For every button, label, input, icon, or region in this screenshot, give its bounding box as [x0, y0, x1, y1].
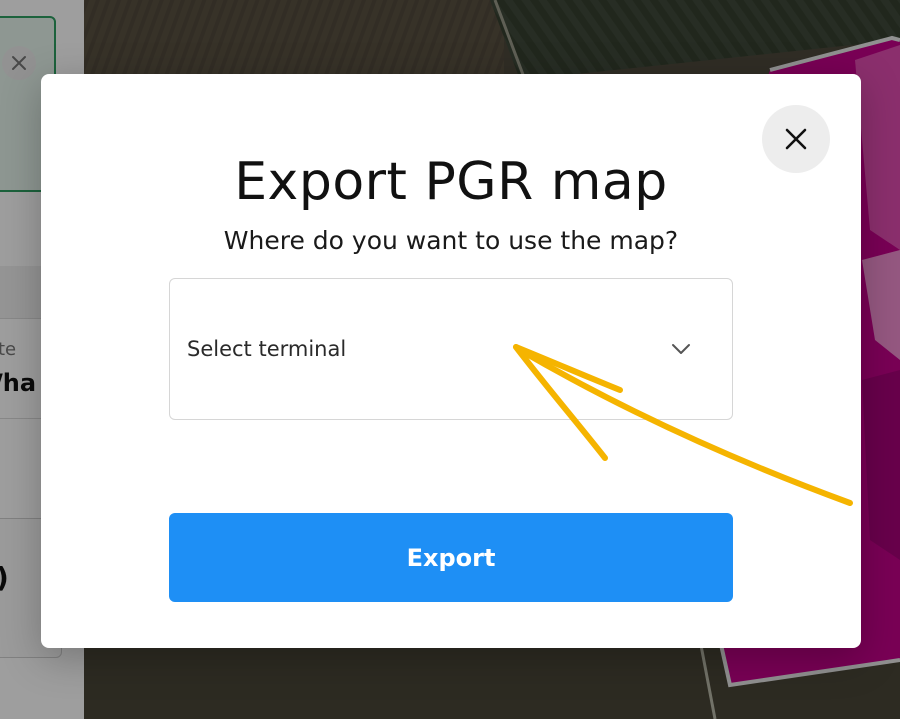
close-icon [785, 128, 807, 150]
terminal-select[interactable]: Select terminal [169, 278, 733, 420]
export-button[interactable]: Export [169, 513, 733, 602]
chevron-down-icon [672, 344, 690, 354]
export-modal: Export PGR map Where do you want to use … [41, 74, 861, 648]
terminal-select-placeholder: Select terminal [187, 337, 347, 361]
modal-title: Export PGR map [234, 152, 668, 212]
modal-subtitle: Where do you want to use the map? [223, 226, 679, 255]
